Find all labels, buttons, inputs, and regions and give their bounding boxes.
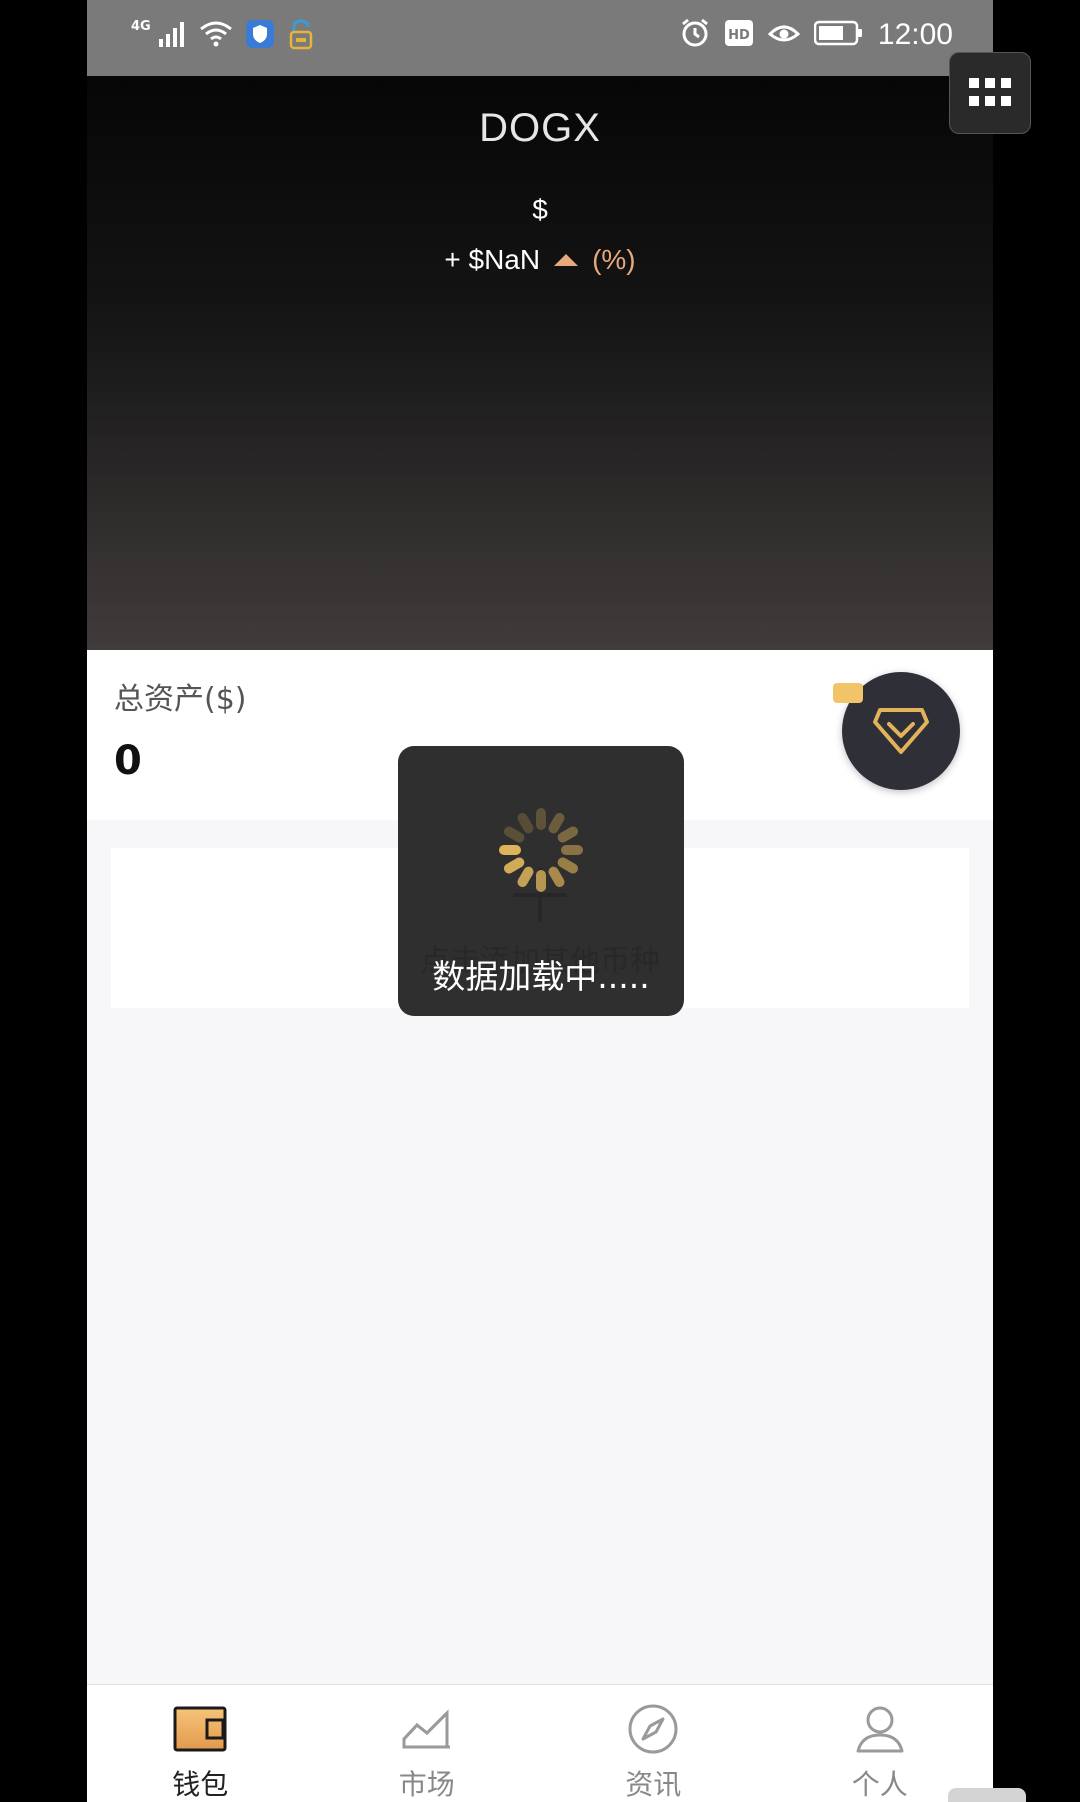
wallet-icon <box>173 1703 227 1755</box>
status-time: 12:00 <box>877 18 953 51</box>
arrow-up-icon <box>554 254 579 266</box>
hd-icon: HD <box>724 19 754 51</box>
loading-toast: 数据加载中..... <box>398 746 684 1016</box>
diamond-icon <box>873 708 929 754</box>
change-percent: (%) <box>592 244 636 275</box>
network-type: 4G <box>131 18 151 34</box>
alarm-icon <box>680 18 710 52</box>
wallet-name: DOGX <box>479 106 601 150</box>
total-assets-value: 0 <box>114 738 142 784</box>
tab-news-label: 资讯 <box>625 1768 682 1801</box>
tab-profile-label: 个人 <box>851 1768 908 1801</box>
wallet-header: DOGX $ + $NaN (%) <box>87 76 993 650</box>
tab-market[interactable]: 市场 <box>314 1685 541 1802</box>
eye-icon <box>767 20 801 50</box>
corner-overlay-tab <box>948 1788 1026 1802</box>
svg-text:HD: HD <box>728 28 750 43</box>
compass-icon <box>627 1703 679 1755</box>
app-screen: 4G HD 12:00 DOGX $ + $NaN (%) 总资产($) 0 数… <box>87 0 993 1802</box>
wallet-price: $ <box>532 194 548 225</box>
tab-wallet[interactable]: 钱包 <box>87 1685 314 1802</box>
tab-profile[interactable]: 个人 <box>767 1685 994 1802</box>
shield-icon <box>245 19 275 53</box>
battery-icon <box>813 20 864 50</box>
lock-icon <box>287 18 315 54</box>
grid-icon <box>969 78 1011 106</box>
bottom-tab-bar: 钱包 市场 资讯 个人 <box>87 1684 993 1802</box>
loading-text: 数据加载中..... <box>432 957 650 996</box>
market-chart-icon <box>401 1703 453 1755</box>
change-value: + $NaN <box>444 244 541 275</box>
tab-news[interactable]: 资讯 <box>540 1685 767 1802</box>
status-bar: 4G HD 12:00 <box>87 0 993 76</box>
tab-market-label: 市场 <box>398 1768 455 1801</box>
badge-tag <box>833 683 863 703</box>
price-change: + $NaN (%) <box>87 244 993 276</box>
status-right: HD 12:00 <box>680 18 953 52</box>
status-left: 4G <box>131 18 315 54</box>
signal-icon <box>157 21 187 51</box>
person-icon <box>854 1703 906 1755</box>
wifi-icon <box>199 21 233 51</box>
total-assets-label: 总资产($) <box>114 682 247 717</box>
floating-grid-button[interactable] <box>949 52 1031 134</box>
tab-wallet-label: 钱包 <box>172 1768 229 1801</box>
spinner-icon <box>499 808 583 892</box>
